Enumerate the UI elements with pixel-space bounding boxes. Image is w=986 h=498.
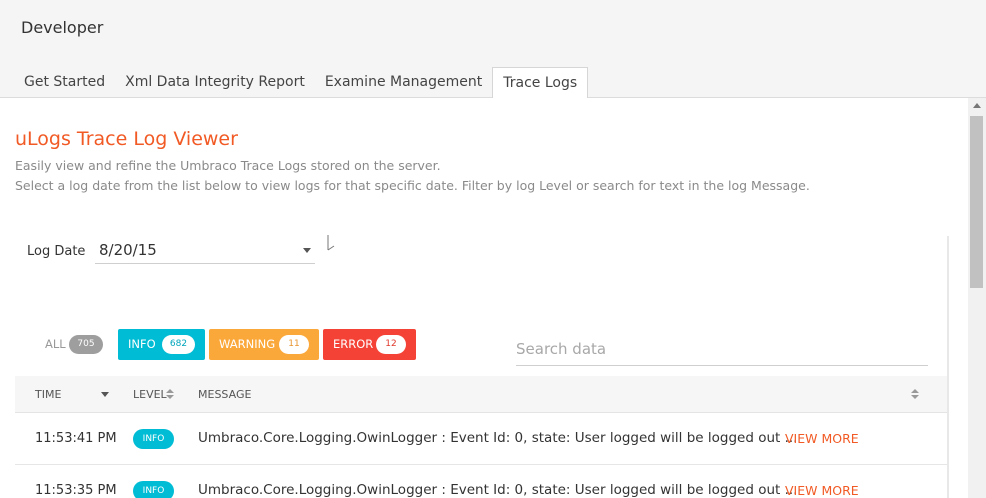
- row-time: 11:53:35 PM: [35, 483, 117, 498]
- filter-info-count: 682: [162, 335, 195, 354]
- filter-error-count: 12: [376, 335, 406, 354]
- tab-examine-management[interactable]: Examine Management: [315, 67, 492, 98]
- row-message: Umbraco.Core.Logging.OwinLogger : Event …: [198, 482, 798, 498]
- view-more-link[interactable]: VIEW MORE: [785, 431, 859, 446]
- column-header-level[interactable]: LEVEL: [133, 388, 167, 401]
- card-edge: [947, 236, 949, 498]
- table-header: TIME LEVEL MESSAGE: [15, 376, 947, 413]
- header: Developer Get Started Xml Data Integrity…: [0, 0, 986, 99]
- tab-xml-data-integrity-report[interactable]: Xml Data Integrity Report: [115, 67, 315, 98]
- level-badge: INFO: [133, 429, 174, 449]
- tab-get-started[interactable]: Get Started: [14, 67, 115, 98]
- chevron-down-icon: [303, 248, 311, 253]
- filter-warning-button[interactable]: WARNING 11: [209, 329, 319, 360]
- column-header-time[interactable]: TIME: [35, 388, 61, 401]
- text-cursor-icon: [327, 235, 335, 251]
- page-title: uLogs Trace Log Viewer: [15, 128, 238, 150]
- filter-info-button[interactable]: INFO 682: [118, 329, 205, 360]
- tab-bar: Get Started Xml Data Integrity Report Ex…: [14, 67, 589, 99]
- row-time: 11:53:41 PM: [35, 431, 117, 446]
- filter-info-label: INFO: [128, 337, 156, 351]
- log-date-select[interactable]: 8/20/15: [95, 236, 315, 264]
- search-field: [516, 334, 928, 366]
- scroll-up-arrow-icon[interactable]: [973, 103, 981, 108]
- filter-all-button[interactable]: ALL 705: [38, 329, 108, 360]
- page-description-line1: Easily view and refine the Umbraco Trace…: [15, 158, 441, 173]
- scrollbar-thumb[interactable]: [970, 116, 983, 288]
- filter-warning-label: WARNING: [219, 337, 276, 351]
- row-message: Umbraco.Core.Logging.OwinLogger : Event …: [198, 430, 798, 446]
- filter-all-label: ALL: [45, 337, 66, 351]
- sort-icon[interactable]: [911, 389, 919, 400]
- column-header-message[interactable]: MESSAGE: [198, 388, 251, 401]
- page-description-line2: Select a log date from the list below to…: [15, 178, 810, 193]
- filter-error-label: ERROR: [333, 337, 374, 351]
- app-title: Developer: [21, 18, 104, 37]
- search-input[interactable]: [516, 334, 928, 364]
- level-badge: INFO: [133, 481, 174, 498]
- filter-warning-count: 11: [279, 335, 309, 354]
- view-more-link[interactable]: VIEW MORE: [785, 483, 859, 498]
- sort-desc-icon[interactable]: [101, 392, 109, 397]
- tab-trace-logs[interactable]: Trace Logs: [492, 67, 589, 99]
- filter-all-count: 705: [69, 335, 103, 354]
- log-date-value: 8/20/15: [99, 241, 157, 259]
- log-date-label: Log Date: [27, 244, 86, 259]
- table-row: 11:53:35 PM INFO Umbraco.Core.Logging.Ow…: [15, 465, 947, 498]
- table-row: 11:53:41 PM INFO Umbraco.Core.Logging.Ow…: [15, 413, 947, 465]
- vertical-scrollbar[interactable]: [968, 98, 986, 498]
- sort-icon[interactable]: [166, 389, 174, 400]
- filter-error-button[interactable]: ERROR 12: [323, 329, 416, 360]
- main-content: uLogs Trace Log Viewer Easily view and r…: [0, 98, 968, 498]
